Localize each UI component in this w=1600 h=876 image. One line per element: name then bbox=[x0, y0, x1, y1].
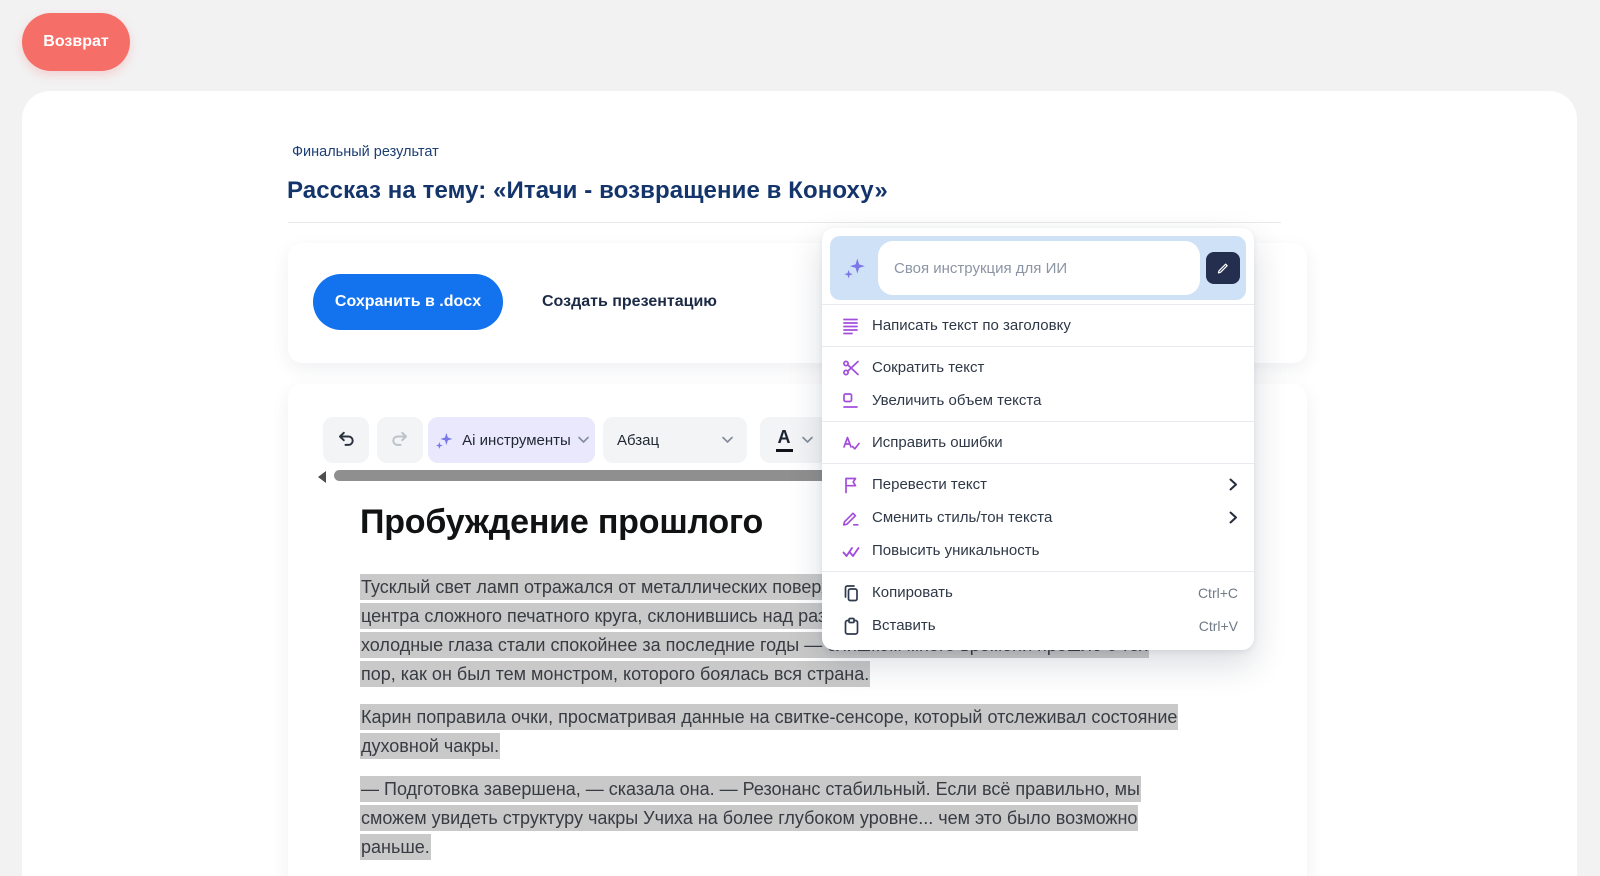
breadcrumb[interactable]: Финальный результат bbox=[292, 144, 439, 160]
ai-tools-dropdown[interactable]: Ai инструменты bbox=[428, 417, 595, 463]
redo-icon bbox=[389, 429, 411, 451]
text-color-dropdown[interactable]: A bbox=[760, 417, 828, 463]
page-title: Рассказ на тему: «Итачи - возвращение в … bbox=[287, 177, 888, 205]
pencil-icon bbox=[841, 508, 861, 528]
menu-item-change-style-tone[interactable]: Сменить стиль/тон текста bbox=[830, 501, 1246, 534]
selected-text-line: сможем увидеть структуру чакры Учиха на … bbox=[360, 805, 1138, 831]
sparkles-icon bbox=[838, 255, 872, 281]
menu-item-fix-errors[interactable]: Исправить ошибки bbox=[830, 426, 1246, 459]
selected-text-line: пор, как он был тем монстром, которого б… bbox=[360, 661, 870, 687]
create-presentation-button[interactable]: Создать презентацию bbox=[528, 274, 731, 330]
selected-text-line: духовной чакры. bbox=[360, 733, 500, 759]
menu-item-label: Увеличить объем текста bbox=[872, 392, 1238, 409]
menu-item-label: Написать текст по заголовку bbox=[872, 317, 1238, 334]
spellcheck-icon bbox=[841, 433, 861, 453]
double-check-icon bbox=[841, 541, 861, 561]
copy-icon bbox=[841, 583, 861, 603]
paragraph-style-dropdown[interactable]: Абзац bbox=[603, 417, 747, 463]
document-paragraph: — Подготовка завершена, — сказала она. —… bbox=[360, 775, 1290, 862]
menu-item-label: Сократить текст bbox=[872, 359, 1238, 376]
undo-button[interactable] bbox=[323, 417, 369, 463]
menu-item-write-by-heading[interactable]: Написать текст по заголовку bbox=[830, 309, 1246, 342]
menu-item-label: Исправить ошибки bbox=[872, 434, 1238, 451]
menu-item-shorten-text[interactable]: Сократить текст bbox=[830, 351, 1246, 384]
menu-divider bbox=[822, 304, 1254, 305]
hscroll-left-arrow[interactable] bbox=[318, 471, 326, 483]
selected-text-line: Карин поправила очки, просматривая данны… bbox=[360, 704, 1178, 730]
edit-instruction-button[interactable] bbox=[1206, 252, 1240, 284]
ai-tools-label: Ai инструменты bbox=[462, 432, 571, 449]
pencil-icon bbox=[1215, 260, 1231, 276]
selected-text-line: раньше. bbox=[360, 834, 431, 860]
save-docx-button[interactable]: Сохранить в .docx bbox=[313, 274, 503, 330]
redo-button[interactable] bbox=[377, 417, 423, 463]
menu-divider bbox=[822, 421, 1254, 422]
document-paragraph: Карин поправила очки, просматривая данны… bbox=[360, 703, 1290, 761]
shortcut-label: Ctrl+C bbox=[1198, 585, 1238, 601]
menu-divider bbox=[822, 463, 1254, 464]
back-button[interactable]: Возврат bbox=[22, 13, 130, 71]
chevron-right-icon bbox=[1229, 511, 1238, 524]
chevron-right-icon bbox=[1229, 478, 1238, 491]
ai-instruction-bar bbox=[830, 236, 1246, 300]
ai-instruction-input[interactable] bbox=[878, 241, 1200, 295]
selected-text-line: — Подготовка завершена, — сказала она. —… bbox=[360, 776, 1141, 802]
chevron-down-icon bbox=[802, 436, 813, 444]
chevron-down-icon bbox=[722, 436, 733, 444]
translate-flag-icon bbox=[841, 475, 861, 495]
menu-divider bbox=[822, 571, 1254, 572]
paste-icon bbox=[841, 616, 861, 636]
menu-item-paste[interactable]: Вставить Ctrl+V bbox=[830, 609, 1246, 642]
text-color-label: A bbox=[776, 428, 793, 452]
menu-item-copy[interactable]: Копировать Ctrl+C bbox=[830, 576, 1246, 609]
menu-item-label: Сменить стиль/тон текста bbox=[872, 509, 1218, 526]
sparkles-icon bbox=[434, 430, 455, 451]
menu-item-label: Повысить уникальность bbox=[872, 542, 1238, 559]
undo-icon bbox=[335, 429, 357, 451]
menu-item-increase-uniqueness[interactable]: Повысить уникальность bbox=[830, 534, 1246, 567]
menu-item-translate-text[interactable]: Перевести текст bbox=[830, 468, 1246, 501]
paragraph-label: Абзац bbox=[617, 432, 659, 449]
scissors-icon bbox=[841, 358, 861, 378]
menu-item-label: Копировать bbox=[872, 584, 1187, 601]
menu-item-label: Вставить bbox=[872, 617, 1188, 634]
expand-text-icon bbox=[841, 391, 861, 411]
menu-item-expand-text[interactable]: Увеличить объем текста bbox=[830, 384, 1246, 417]
text-lines-icon bbox=[841, 316, 861, 336]
title-divider bbox=[288, 222, 1281, 223]
chevron-down-icon bbox=[578, 436, 589, 444]
menu-item-label: Перевести текст bbox=[872, 476, 1218, 493]
menu-divider bbox=[822, 346, 1254, 347]
shortcut-label: Ctrl+V bbox=[1199, 618, 1238, 634]
ai-context-menu: Написать текст по заголовку Сократить те… bbox=[822, 228, 1254, 650]
